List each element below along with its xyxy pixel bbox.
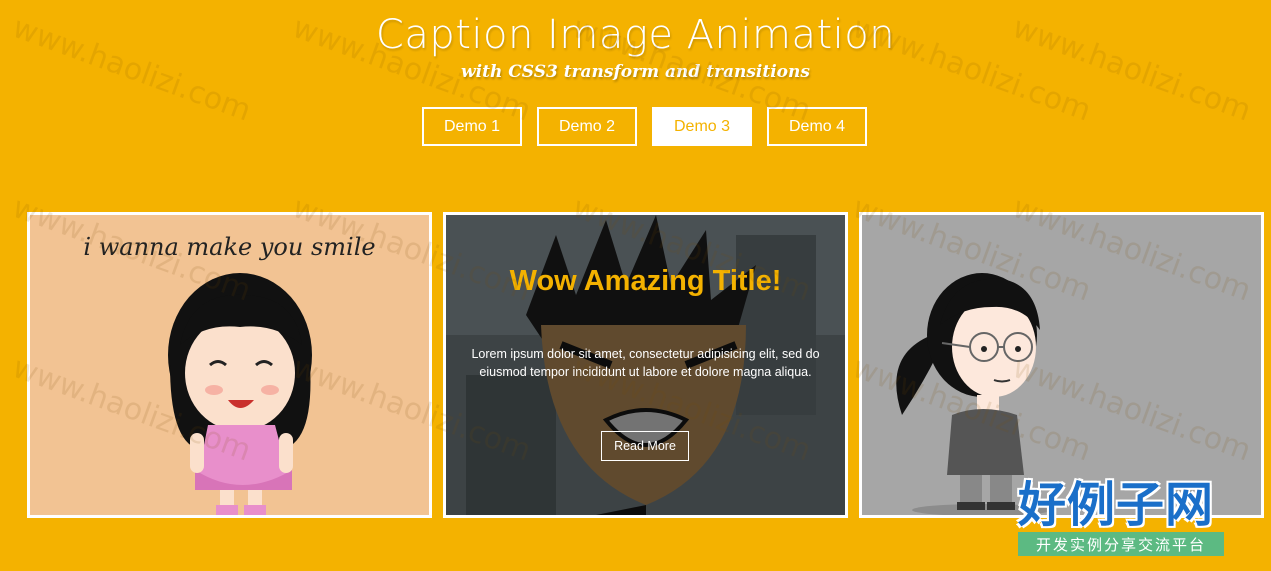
demo-3-button[interactable]: Demo 3 — [652, 107, 752, 146]
gallery-card-smile[interactable]: i wanna make you smile — [27, 212, 432, 518]
read-more-button[interactable]: Read More — [601, 431, 689, 461]
caption-title: Wow Amazing Title! — [509, 265, 782, 297]
logo-sub-text: 开发实例分享交流平台 — [1018, 532, 1224, 556]
page-subtitle: with CSS3 transform and transitions — [461, 62, 810, 82]
demo-4-button[interactable]: Demo 4 — [767, 107, 867, 146]
page-header: Caption Image Animation with CSS3 transf… — [0, 0, 1271, 200]
demo-2-button[interactable]: Demo 2 — [537, 107, 637, 146]
page-title: Caption Image Animation — [375, 12, 896, 58]
demo-1-button[interactable]: Demo 1 — [422, 107, 522, 146]
image-gallery: i wanna make you smile Wow Amazing Title… — [27, 212, 1264, 518]
gallery-card-glasses[interactable] — [859, 212, 1264, 518]
page: Caption Image Animation with CSS3 transf… — [0, 0, 1271, 571]
cartoon-glasses-person-illustration — [896, 273, 1052, 515]
logo-main-text: 好例子网 — [1018, 477, 1215, 533]
gallery-card-caption[interactable]: Wow Amazing Title! Lorem ipsum dolor sit… — [443, 212, 848, 518]
caption-description: Lorem ipsum dolor sit amet, consectetur … — [471, 347, 820, 379]
cartoon-girl-illustration — [168, 273, 312, 515]
demo-nav: Demo 1 Demo 2 Demo 3 Demo 4 — [422, 107, 867, 146]
site-logo: 好例子网 开发实例分享交流平台 — [1018, 478, 1230, 556]
